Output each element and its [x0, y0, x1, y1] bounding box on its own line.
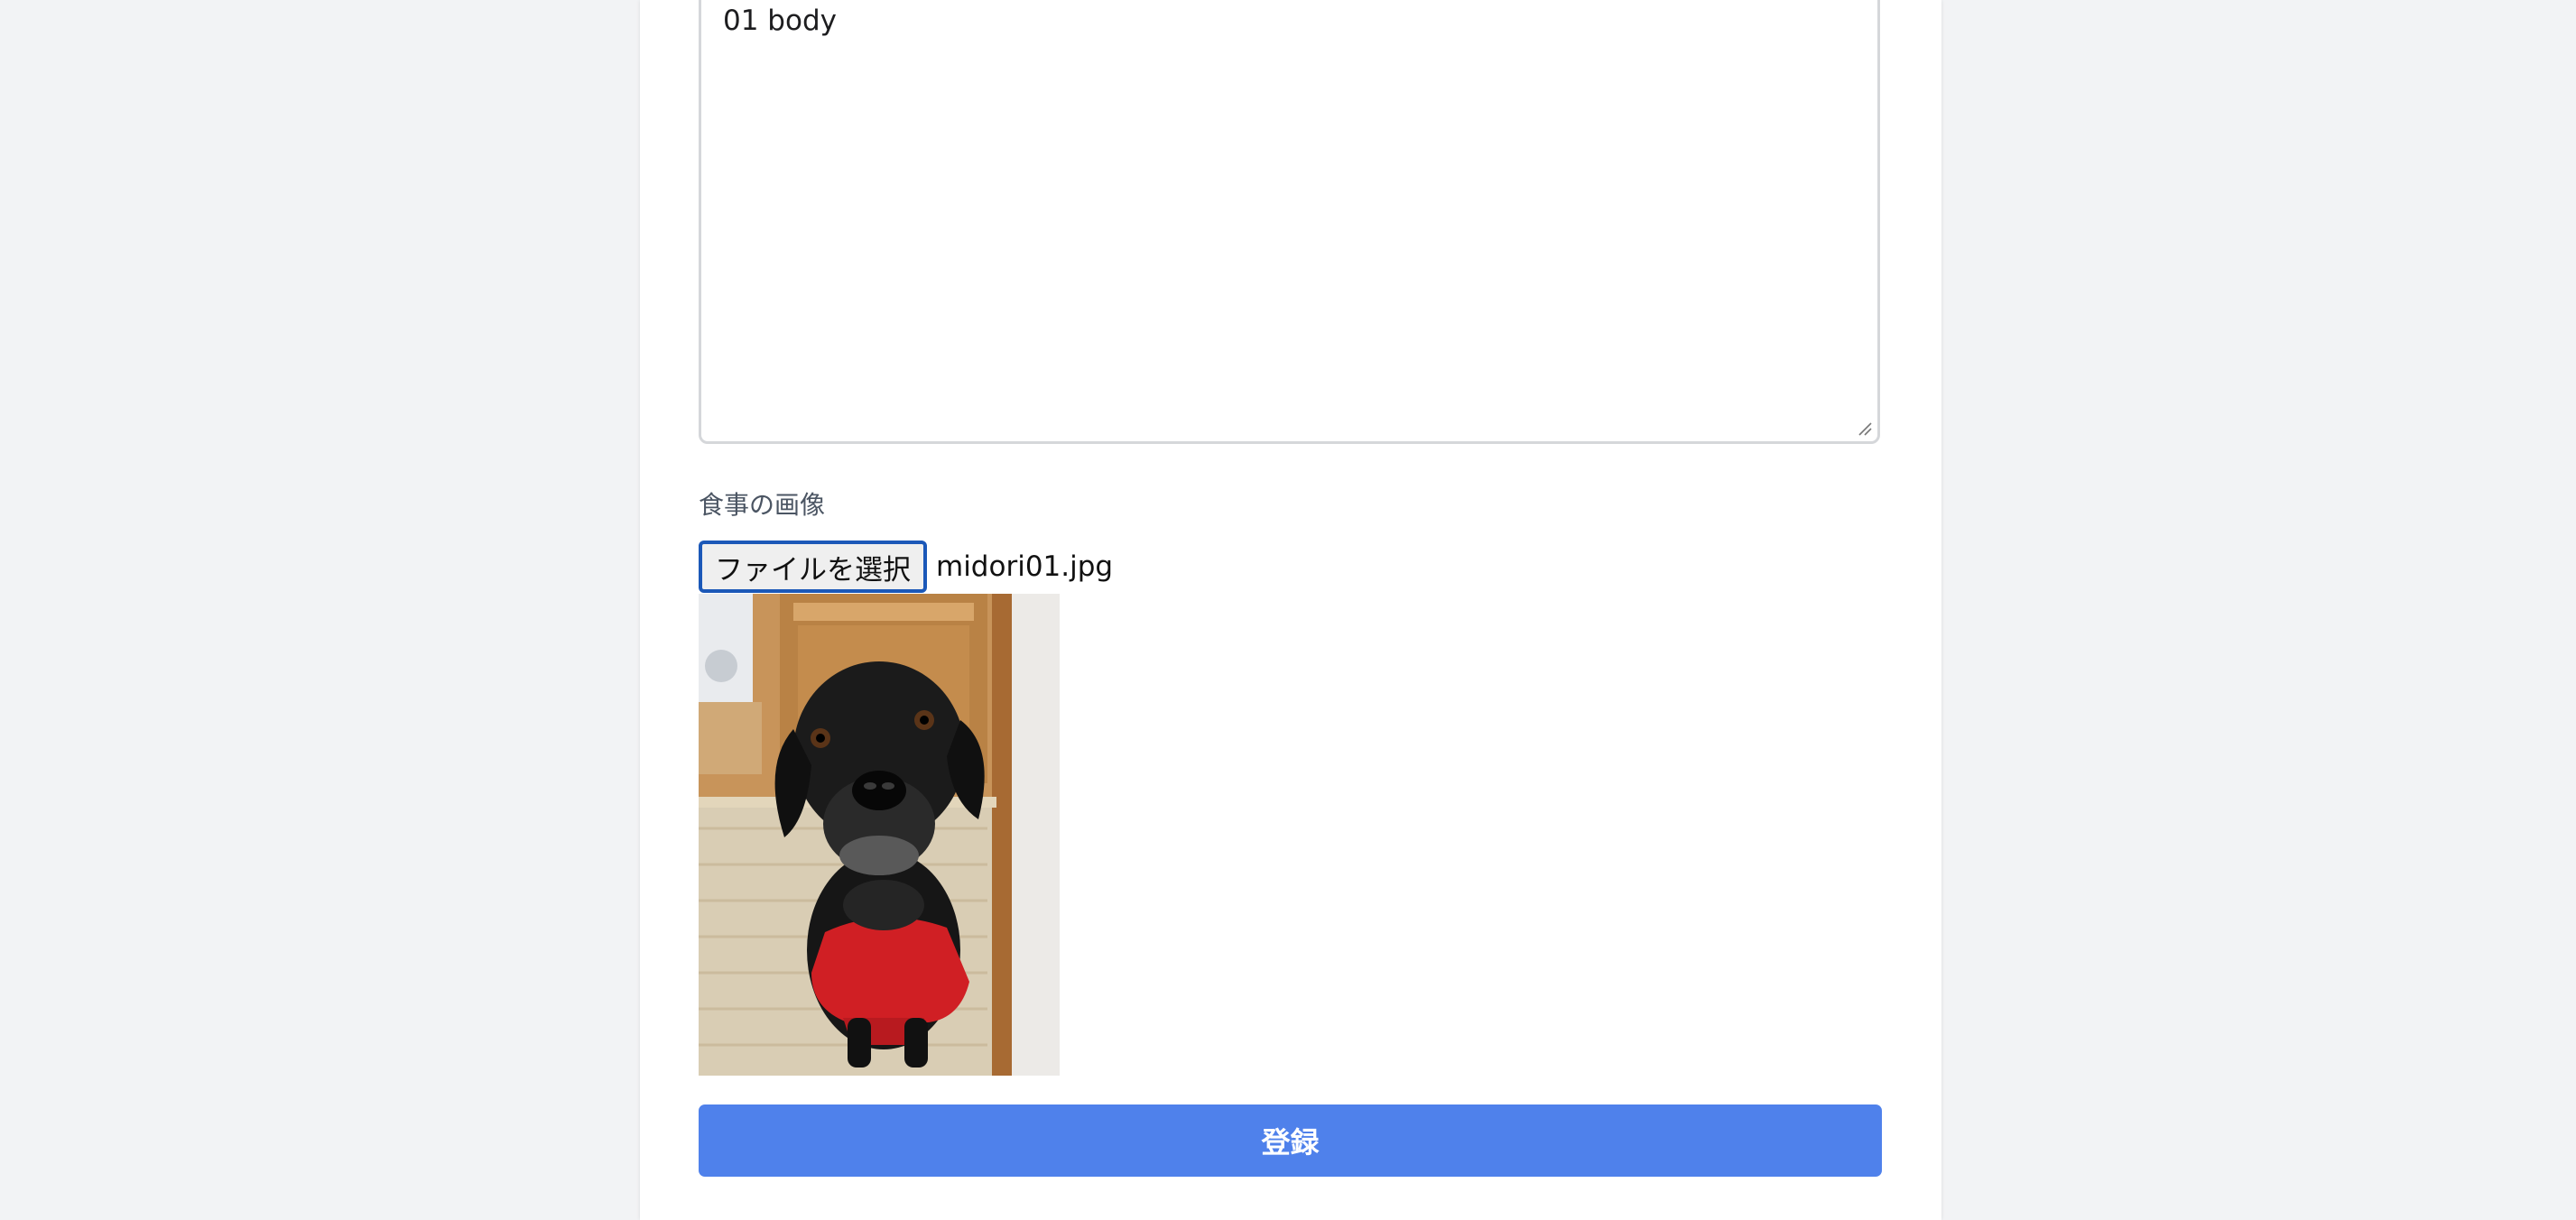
selected-file-name: midori01.jpg: [936, 550, 1114, 583]
body-textarea[interactable]: 01 body: [699, 0, 1880, 444]
register-button[interactable]: 登録: [699, 1104, 1882, 1177]
resize-handle-icon[interactable]: [1858, 421, 1872, 436]
form-card: 01 body 食事の画像 ファイルを選択 midori01.jpg 登録: [640, 0, 1941, 1220]
image-field-label: 食事の画像: [699, 490, 826, 520]
choose-file-button[interactable]: ファイルを選択: [699, 541, 927, 593]
body-textarea-value: 01 body: [723, 5, 837, 37]
dog-photo: [699, 594, 1060, 1076]
image-preview: [699, 594, 1060, 1076]
file-input[interactable]: ファイルを選択 midori01.jpg: [699, 541, 1113, 593]
